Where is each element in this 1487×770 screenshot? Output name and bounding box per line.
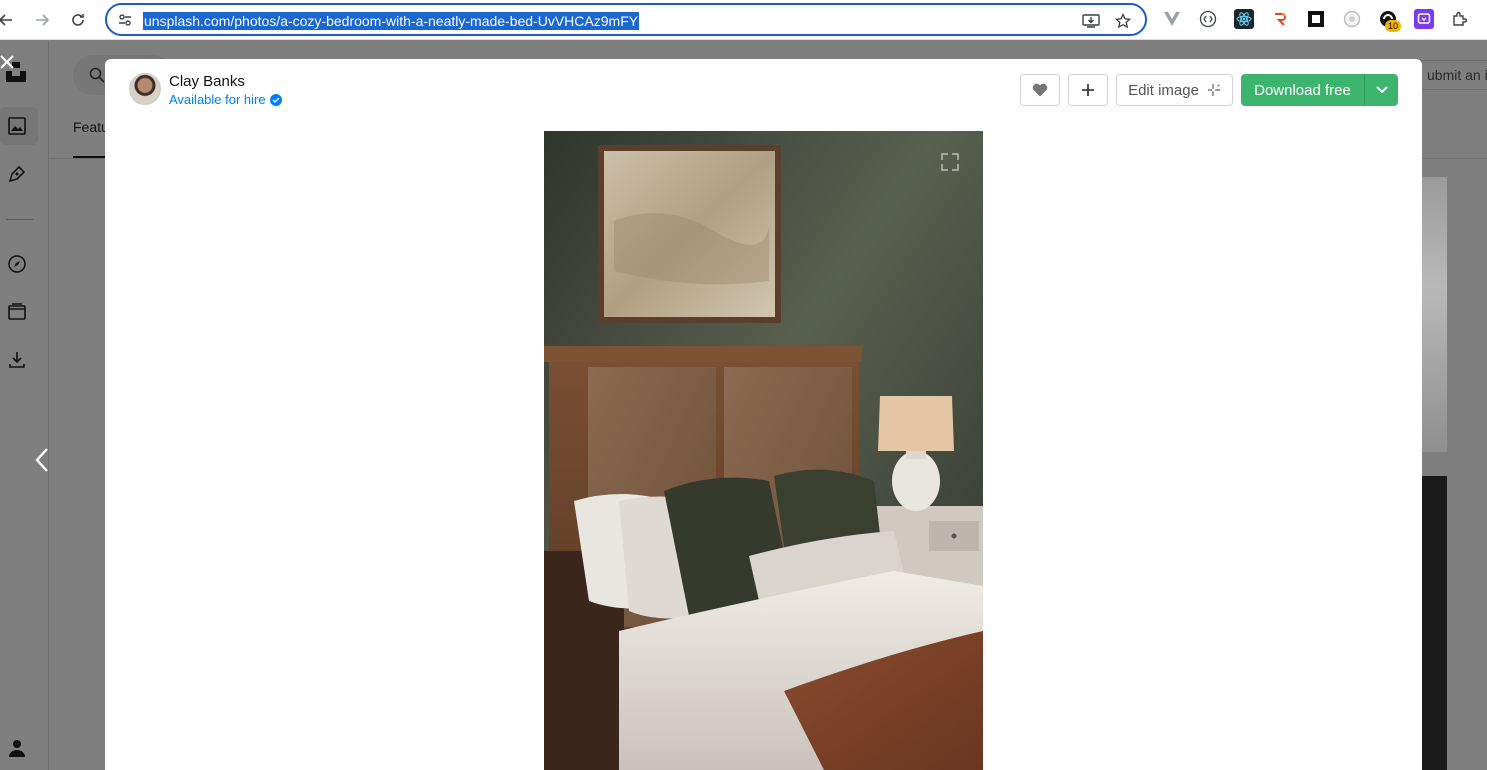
chevron-down-icon bbox=[1375, 86, 1388, 94]
site-settings-icon[interactable] bbox=[117, 12, 133, 28]
install-app-icon[interactable] bbox=[1081, 11, 1101, 31]
hire-status[interactable]: Available for hire bbox=[169, 92, 282, 107]
bedroom-photo[interactable] bbox=[544, 131, 983, 770]
photos-icon[interactable] bbox=[6, 115, 28, 137]
address-bar[interactable]: unsplash.com/photos/a-cozy-bedroom-with-… bbox=[105, 3, 1147, 36]
left-sidebar bbox=[0, 41, 49, 770]
extension-circle-icon[interactable] bbox=[1342, 9, 1362, 29]
download-icon[interactable] bbox=[6, 349, 28, 371]
back-icon[interactable] bbox=[0, 8, 18, 32]
reload-icon[interactable] bbox=[66, 8, 90, 32]
edit-image-label: Edit image bbox=[1128, 81, 1199, 99]
download-options-button[interactable] bbox=[1364, 74, 1398, 106]
background-photo-thumbnail bbox=[1422, 476, 1447, 770]
close-modal-icon[interactable] bbox=[0, 54, 14, 72]
edit-image-button[interactable]: Edit image bbox=[1116, 74, 1233, 106]
bookmark-star-icon[interactable] bbox=[1113, 11, 1133, 31]
collections-icon[interactable] bbox=[6, 301, 28, 323]
extension-badge: 10 bbox=[1385, 20, 1402, 32]
extensions-puzzle-icon[interactable] bbox=[1450, 9, 1470, 29]
extension-purple-icon[interactable] bbox=[1414, 9, 1434, 29]
vue-devtools-icon[interactable] bbox=[1162, 9, 1182, 29]
author-avatar[interactable] bbox=[129, 73, 161, 105]
extension-square-icon[interactable] bbox=[1306, 9, 1326, 29]
download-free-button[interactable]: Download free bbox=[1241, 74, 1364, 106]
explore-compass-icon[interactable] bbox=[6, 253, 28, 275]
react-devtools-icon[interactable] bbox=[1234, 9, 1254, 29]
search-icon bbox=[89, 67, 105, 83]
add-to-collection-button[interactable] bbox=[1068, 74, 1108, 106]
plus-icon bbox=[1082, 84, 1094, 96]
extension-red-logo-icon[interactable] bbox=[1270, 9, 1290, 29]
background-featured-tab: Featu bbox=[73, 119, 109, 135]
author-name[interactable]: Clay Banks bbox=[169, 73, 245, 90]
photo-modal: Clay Banks Available for hire Edit image… bbox=[105, 59, 1422, 770]
url-text[interactable]: unsplash.com/photos/a-cozy-bedroom-with-… bbox=[143, 12, 640, 30]
sparkle-icon bbox=[1207, 84, 1220, 96]
expand-photo-icon[interactable] bbox=[939, 151, 961, 173]
account-user-icon[interactable] bbox=[6, 737, 28, 759]
heart-icon bbox=[1032, 83, 1048, 97]
hire-label: Available for hire bbox=[169, 92, 266, 107]
background-submit-button: ubmit an i bbox=[1420, 60, 1487, 90]
forward-icon[interactable] bbox=[30, 8, 54, 32]
illustrations-pen-icon[interactable] bbox=[6, 163, 28, 185]
background-photo-thumbnail bbox=[1422, 177, 1447, 452]
extension-brackets-icon[interactable] bbox=[1198, 9, 1218, 29]
sidebar-divider bbox=[6, 219, 33, 220]
bedroom-photo-image bbox=[544, 131, 983, 770]
browser-toolbar: unsplash.com/photos/a-cozy-bedroom-with-… bbox=[0, 0, 1487, 40]
verified-check-icon bbox=[269, 93, 282, 106]
previous-photo-chevron-icon[interactable] bbox=[34, 447, 54, 473]
like-button[interactable] bbox=[1020, 74, 1060, 106]
